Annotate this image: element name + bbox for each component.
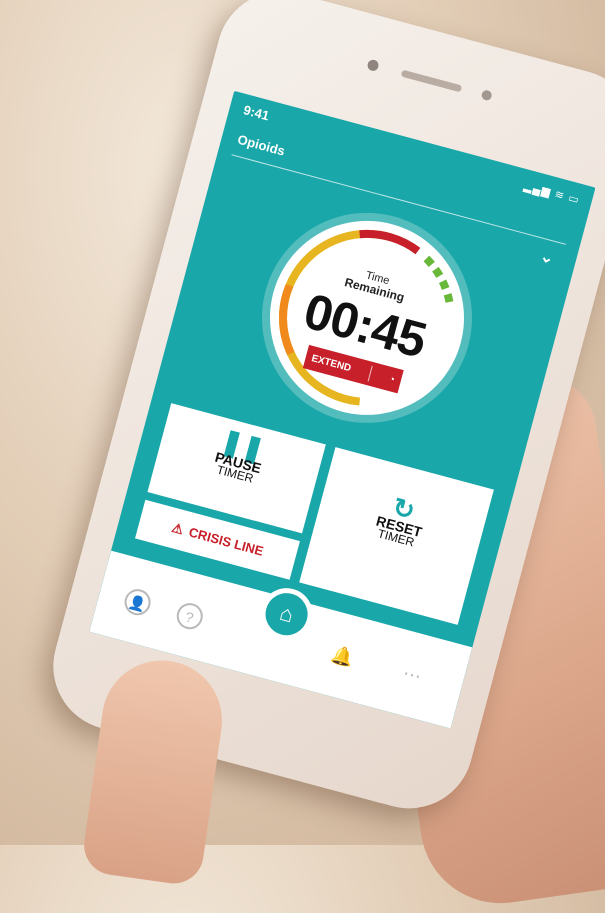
earpiece-speaker: [400, 69, 463, 93]
extend-label: EXTEND: [310, 352, 353, 374]
chevron-down-icon[interactable]: ⌄: [538, 246, 556, 269]
page-title: Opioids: [235, 131, 287, 159]
extend-divider: [367, 365, 373, 382]
front-camera: [366, 58, 380, 73]
home-medical-icon[interactable]: ⌂: [254, 582, 319, 647]
warning-icon: ⚠: [170, 519, 186, 538]
more-icon[interactable]: ⋯: [396, 660, 428, 692]
proximity-sensor: [480, 89, 493, 102]
bell-icon[interactable]: 🔔: [326, 641, 358, 673]
timer-dial: Time Remaining 00:45 EXTEND ◔: [248, 199, 486, 437]
crisis-line-label: CRISIS LINE: [187, 524, 266, 559]
reset-timer-button[interactable]: ↻ RESET TIMER: [299, 447, 494, 625]
profile-icon[interactable]: 👤: [121, 586, 154, 619]
clock-icon: ◔: [387, 373, 397, 386]
status-time: 9:41: [241, 102, 271, 124]
help-icon[interactable]: ?: [173, 600, 206, 633]
status-icons: ▂▄▆ ≋ ▭: [522, 180, 582, 207]
